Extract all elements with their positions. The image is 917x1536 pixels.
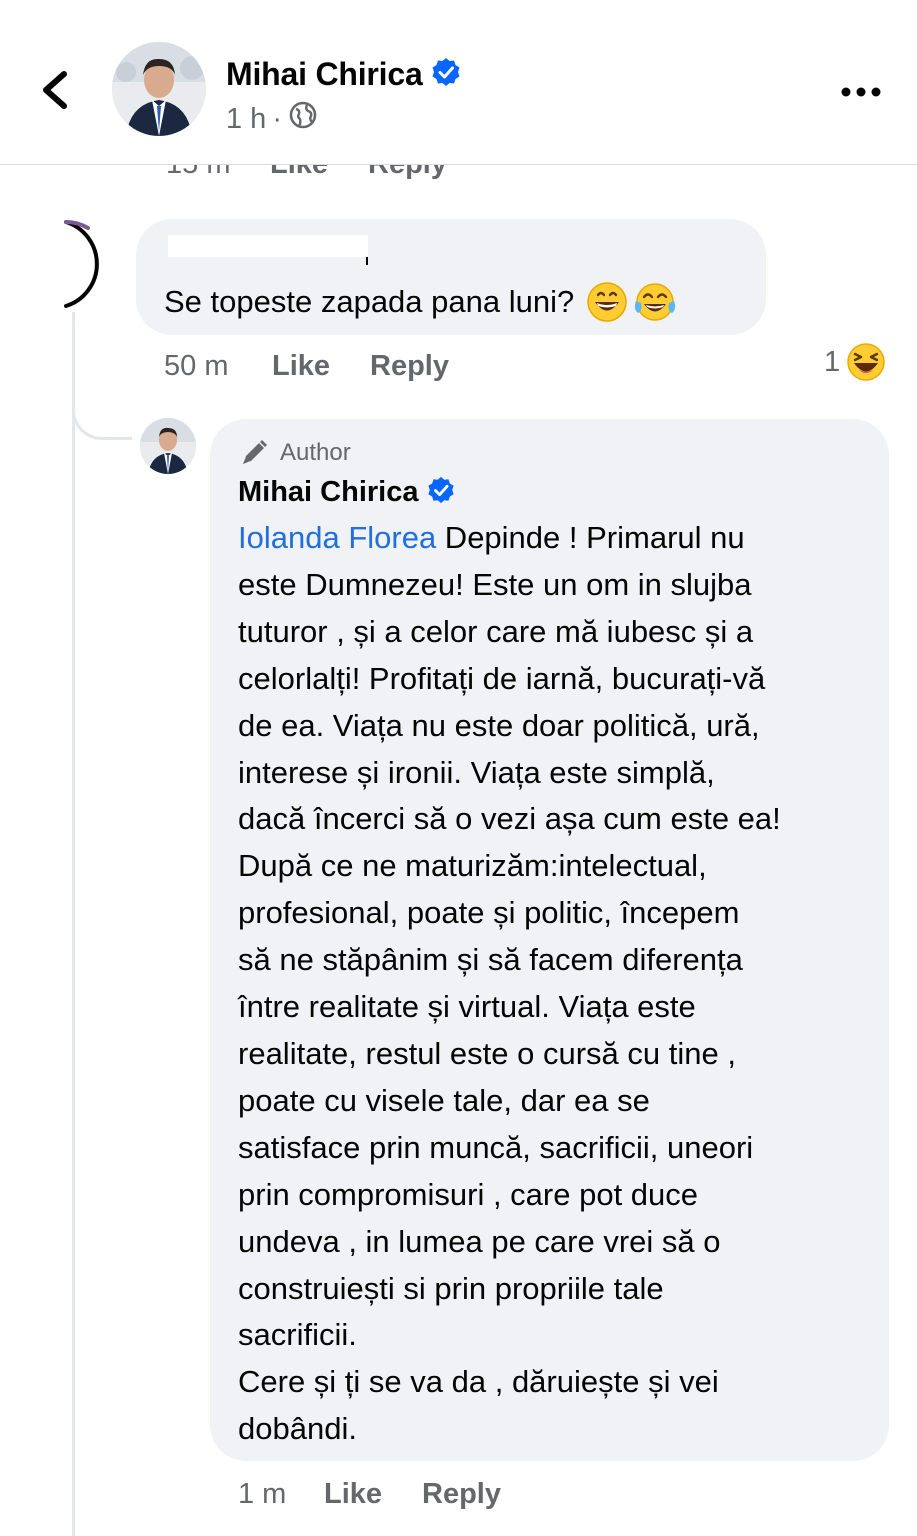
commenter-avatar[interactable] [18, 218, 122, 312]
reply-line: prin compromisuri , care pot duce [238, 1176, 699, 1212]
reply-line: După ce ne maturizăm:intelectual, [238, 848, 707, 884]
chevron-left-icon [43, 71, 67, 109]
reply-line: realitate, restul este o cursă cu tine , [238, 1035, 736, 1071]
more-options-button[interactable] [836, 72, 886, 112]
comment-actions: 50 m Like Reply [164, 346, 449, 386]
reply-actions: 1 m Like Reply [238, 1474, 501, 1514]
tears-of-joy-icon [635, 283, 676, 321]
reply-line: construiești si prin propriile tale [238, 1270, 664, 1306]
reply-author-avatar[interactable] [140, 418, 196, 474]
author-name-row: Mihai Chirica [226, 52, 461, 96]
reply-line: să ne stăpânim și să facem diferența [238, 942, 743, 978]
reply-line: profesional, poate și politic, începem [238, 895, 740, 931]
reply-line: tuturor , și a celor care mă iubesc și a [238, 613, 754, 649]
reply-line: dobândi. [238, 1411, 357, 1447]
reply-text: Iolanda Florea Depinde ! Primarul nu est… [238, 515, 878, 1453]
author-badge: Author [240, 439, 351, 467]
author-badge-label: Author [280, 439, 351, 466]
post-header: Mihai Chirica 1 h · [0, 0, 917, 165]
post-meta: 1 h · [226, 100, 318, 138]
reply-bubble[interactable]: Author Mihai Chirica Iolanda Florea Depi… [210, 419, 889, 1461]
globe-icon [288, 100, 318, 138]
back-button[interactable] [30, 60, 78, 120]
reply-time[interactable]: 1 m [238, 1478, 324, 1511]
meta-separator: · [272, 102, 282, 135]
previous-reply-button[interactable]: Reply [368, 164, 447, 181]
verified-badge-icon [431, 57, 461, 92]
redaction-mark [366, 257, 368, 265]
previous-comment-actions: 15 m Like Reply [0, 164, 917, 182]
reply-line-first: Iolanda Florea Depinde ! Primarul nu [238, 515, 878, 562]
reply-line: undeva , in lumea pe care vrei să o [238, 1223, 721, 1259]
reply-line: celorlalți! Profitați de iarnă, bucurați… [238, 660, 766, 696]
reply-line: de ea. Viața nu este doar politică, ură, [238, 707, 760, 743]
thread-connector [72, 380, 132, 440]
verified-badge-icon [427, 476, 455, 509]
comment-bubble[interactable]: Se topeste zapada pana luni? [136, 219, 766, 335]
thread-line [72, 312, 75, 1536]
reaction-count: 1 [824, 345, 841, 378]
post-time[interactable]: 1 h [226, 103, 266, 136]
reply-reply-button[interactable]: Reply [422, 1478, 501, 1511]
previous-like-button[interactable]: Like [270, 164, 368, 181]
reaction-summary[interactable]: 1 [824, 342, 886, 382]
reply-line: între realitate și virtual. Viața este [238, 989, 696, 1025]
pencil-icon [243, 440, 267, 464]
redacted-commenter-name [168, 235, 368, 257]
reply-first-line-text: Depinde ! Primarul nu [436, 520, 745, 555]
reply-button[interactable]: Reply [370, 350, 449, 383]
comment-text: Se topeste zapada pana luni? [164, 284, 575, 319]
reply-name-row: Mihai Chirica [238, 473, 455, 511]
author-name[interactable]: Mihai Chirica [226, 56, 423, 93]
reply-line: satisface prin muncă, sacrificii, uneori [238, 1129, 754, 1165]
laughing-face-icon [847, 343, 885, 381]
reply-line: interese și ironii. Viața este simplă, [238, 754, 715, 790]
like-button[interactable]: Like [272, 350, 370, 383]
comment-text-row: Se topeste zapada pana luni? [164, 281, 678, 323]
reply-line: este Dumnezeu! Este un om in slujba [238, 566, 752, 602]
grinning-face-icon [587, 282, 627, 322]
reply-like-button[interactable]: Like [324, 1478, 422, 1511]
comment-emojis [586, 281, 678, 323]
comment-time[interactable]: 50 m [164, 350, 272, 383]
reply-author-name[interactable]: Mihai Chirica [238, 476, 419, 509]
author-avatar[interactable] [112, 42, 206, 136]
reply-line: poate cu visele tale, dar ea se [238, 1082, 650, 1118]
previous-comment-time: 15 m [166, 164, 231, 180]
mention-link[interactable]: Iolanda Florea [238, 520, 436, 555]
reply-line: sacrificii. [238, 1317, 357, 1353]
more-dots-icon [841, 87, 881, 97]
reply-line: Cere și ți se va da , dăruiește și vei [238, 1364, 719, 1400]
reply-line: dacă încerci să o vezi așa cum este ea! [238, 801, 781, 837]
